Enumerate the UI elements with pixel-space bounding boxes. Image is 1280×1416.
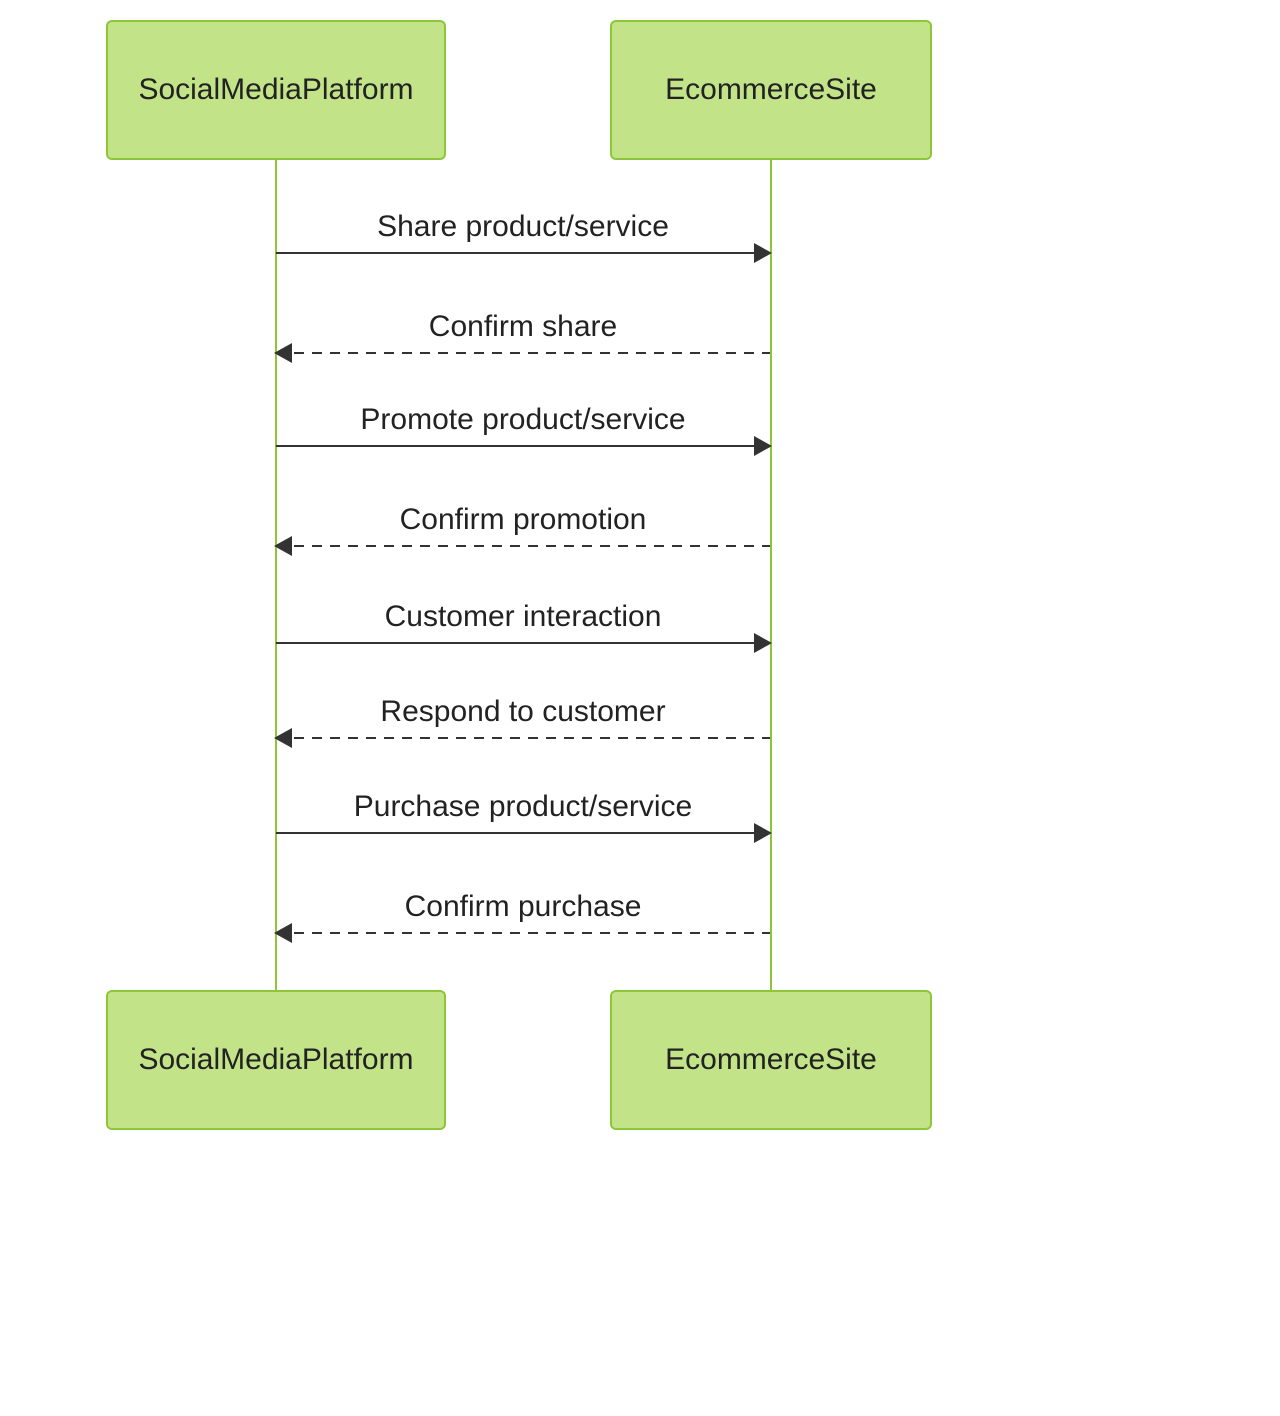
actor-label-left-top: SocialMediaPlatform [138,73,413,107]
message-label: Promote product/service [276,403,770,437]
actor-label-left-bottom: SocialMediaPlatform [138,1043,413,1077]
arrowhead-left-icon [274,343,292,363]
message-label: Confirm purchase [276,890,770,924]
arrowhead-left-icon [274,728,292,748]
actor-box-left-bottom: SocialMediaPlatform [106,990,446,1130]
arrowhead-left-icon [274,536,292,556]
arrow-left-dashed [276,352,770,354]
message-label: Share product/service [276,210,770,244]
arrow-right-solid [276,252,770,254]
arrow-left-dashed [276,737,770,739]
message-confirm-promotion: Confirm promotion [276,503,770,547]
message-promote-product: Promote product/service [276,403,770,447]
message-label: Confirm promotion [276,503,770,537]
arrow-right-solid [276,445,770,447]
message-respond-to-customer: Respond to customer [276,695,770,739]
lifeline-right [770,160,772,990]
actor-label-right-bottom: EcommerceSite [665,1043,877,1077]
arrowhead-right-icon [754,436,772,456]
arrow-right-solid [276,832,770,834]
actor-label-right-top: EcommerceSite [665,73,877,107]
message-label: Customer interaction [276,600,770,634]
message-purchase-product: Purchase product/service [276,790,770,834]
message-confirm-share: Confirm share [276,310,770,354]
arrow-right-solid [276,642,770,644]
lifeline-left [275,160,277,990]
actor-box-left-top: SocialMediaPlatform [106,20,446,160]
message-label: Respond to customer [276,695,770,729]
arrowhead-right-icon [754,823,772,843]
arrow-left-dashed [276,545,770,547]
actor-box-right-bottom: EcommerceSite [610,990,932,1130]
message-confirm-purchase: Confirm purchase [276,890,770,934]
message-share-product: Share product/service [276,210,770,254]
message-customer-interaction: Customer interaction [276,600,770,644]
arrowhead-right-icon [754,633,772,653]
sequence-diagram: SocialMediaPlatform EcommerceSite Share … [100,20,940,1130]
message-label: Purchase product/service [276,790,770,824]
arrow-left-dashed [276,932,770,934]
arrowhead-left-icon [274,923,292,943]
message-label: Confirm share [276,310,770,344]
actor-box-right-top: EcommerceSite [610,20,932,160]
arrowhead-right-icon [754,243,772,263]
